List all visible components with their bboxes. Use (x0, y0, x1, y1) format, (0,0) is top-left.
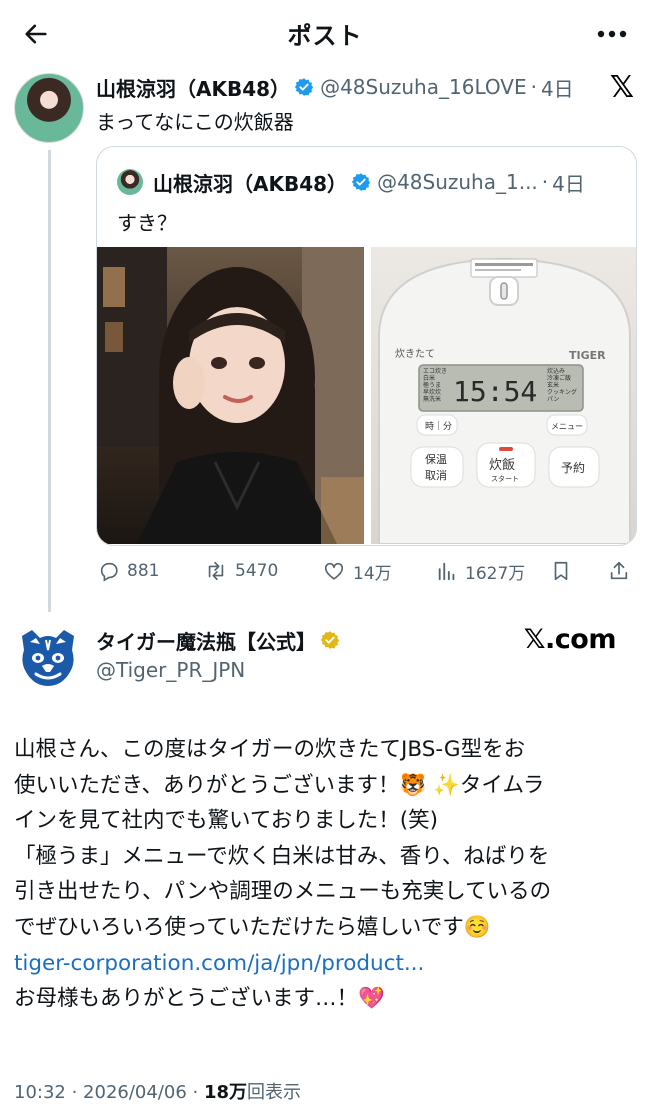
svg-text:クッキング: クッキング (547, 388, 577, 396)
bookmark-icon (554, 561, 568, 581)
bar-chart-icon (438, 562, 455, 581)
tweet-time[interactable]: 4日 (541, 73, 574, 102)
share-button[interactable] (608, 556, 630, 586)
repost-button[interactable]: 5470 (204, 556, 278, 586)
reply-author-name[interactable]: タイガー魔法瓶【公式】 (96, 626, 316, 655)
post-timestamp[interactable]: 10:32 · 2026/04/06 · (14, 1082, 204, 1103)
svg-text:早炊炊: 早炊炊 (423, 388, 441, 396)
dot-separator: · (530, 75, 537, 99)
rice-cooker-photo[interactable]: 炊きたて TIGER エコ炊き 白米 極うま 早炊炊 無洗米 15:54 炊込み… (371, 247, 636, 544)
views-count: 1627万 (465, 563, 526, 584)
reply-body: 山根さん、この度はタイガーの炊きたてJBS-G型をお 使いいただき、ありがとうご… (14, 732, 642, 1017)
more-button[interactable] (592, 16, 632, 52)
svg-text:時｜分: 時｜分 (425, 421, 452, 432)
thread-line (48, 150, 51, 612)
view-label: 回表示 (247, 1082, 302, 1103)
repost-count: 5470 (235, 561, 279, 581)
verified-badge-icon (351, 172, 371, 192)
product-link[interactable]: tiger-corporation.com/ja/jpn/product... (14, 946, 642, 982)
reply-line: でぜひいろいろ使っていただけたら嬉しいです☺️ (14, 914, 491, 940)
display-time: 15:54 (453, 375, 537, 408)
reply-button[interactable]: 881 (98, 556, 159, 586)
reply-author-handle[interactable]: @Tiger_PR_JPN (96, 658, 245, 682)
svg-text:スタート: スタート (491, 474, 519, 483)
author-handle[interactable]: @48Suzuha_16LOVE (320, 75, 527, 99)
svg-text:冷凍ご飯: 冷凍ご飯 (547, 374, 571, 382)
quote-avatar (117, 169, 143, 195)
tweet-author-row: 山根涼羽（AKB48） @48Suzuha_16LOVE · 4日 (96, 72, 574, 102)
post-meta: 10:32 · 2026/04/06 · 18万回表示 (14, 1078, 301, 1104)
gold-verified-badge-icon (320, 630, 340, 650)
svg-text:メニュー: メニュー (551, 422, 583, 431)
source-label: 𝕏.com (523, 624, 617, 655)
view-count: 18万 (203, 1082, 248, 1103)
like-count: 14万 (353, 563, 392, 584)
quoted-tweet[interactable]: 山根涼羽（AKB48） @48Suzuha_1... · 4日 すき？ 炊きたて… (96, 146, 637, 546)
author-name[interactable]: 山根涼羽（AKB48） (96, 73, 290, 102)
svg-text:エコ炊き: エコ炊き (423, 367, 447, 375)
quote-text: すき？ (117, 211, 177, 235)
more-horizontal-icon (597, 30, 627, 38)
reply-line: お母様もありがとうございます…！💖 (14, 986, 385, 1012)
svg-text:予約: 予約 (561, 460, 585, 475)
quote-author-handle: @48Suzuha_1... (377, 170, 538, 194)
avatar[interactable] (14, 73, 84, 143)
like-button[interactable]: 14万 (322, 556, 392, 586)
svg-text:無洗米: 無洗米 (423, 395, 441, 403)
dot-separator: · (541, 170, 549, 194)
reply-line: 使いいただき、ありがとうございます！🐯 ✨タイムラ (14, 772, 545, 798)
svg-text:パン: パン (547, 396, 559, 403)
tiger-logo-icon[interactable] (16, 628, 80, 688)
share-icon (610, 561, 628, 580)
reply-line: 「極うま」メニューで炊く白米は甘み、香り、ねばりを (14, 843, 550, 869)
svg-text:取消: 取消 (425, 468, 447, 482)
repost-icon (208, 561, 224, 581)
action-bar: 881 5470 14万 1627万 (96, 556, 637, 586)
svg-text:炊込み: 炊込み (547, 367, 565, 375)
bookmark-button[interactable] (550, 556, 572, 586)
views-button[interactable]: 1627万 (436, 556, 525, 586)
quote-time: 4日 (552, 171, 585, 196)
brand-label: TIGER (569, 349, 606, 362)
quote-author-name: 山根涼羽（AKB48） (153, 171, 348, 196)
verified-badge-icon (294, 77, 314, 97)
svg-text:保温: 保温 (425, 452, 447, 466)
svg-text:玄米: 玄米 (547, 381, 559, 389)
reply-line: インを見て社内でも驚いておりました！(笑) (14, 808, 438, 834)
top-bar: ポスト (0, 0, 650, 64)
svg-text:炊飯: 炊飯 (489, 458, 515, 473)
quote-author-row: 山根涼羽（AKB48） @48Suzuha_1... · 4日 (153, 167, 585, 197)
svg-text:炊きたて: 炊きたて (395, 347, 435, 360)
svg-text:白米: 白米 (423, 374, 435, 382)
tweet-text: まってなにこの炊飯器 (96, 110, 294, 134)
reply-line: 山根さん、この度はタイガーの炊きたてJBS-G型をお (14, 737, 526, 762)
reply-line: 引き出せたり、パンや調理のメニューも充実しているの (14, 879, 552, 905)
heart-icon (324, 562, 344, 580)
portrait-photo[interactable] (97, 247, 364, 544)
svg-text:極うま: 極うま (423, 381, 441, 389)
page-title: ポスト (287, 22, 363, 50)
reply-count: 881 (127, 561, 160, 581)
reply-icon (100, 562, 118, 582)
x-logo-icon[interactable]: 𝕏 (610, 70, 634, 105)
reply-author-row: タイガー魔法瓶【公式】 (96, 624, 340, 656)
